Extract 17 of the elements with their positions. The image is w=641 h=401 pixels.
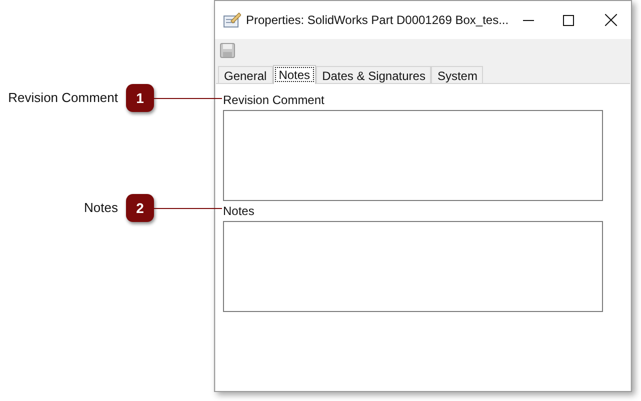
- text-area[interactable]: [223, 110, 603, 201]
- window-title: Properties: SolidWorks Part D0001269 Box_tes...: [246, 12, 509, 29]
- callout-label: Notes: [83, 199, 118, 218]
- tab[interactable]: Dates & Signatures: [316, 66, 432, 83]
- close-icon: [604, 14, 617, 26]
- tab[interactable]: System: [431, 66, 484, 83]
- callout-label: Revision Comment: [7, 89, 118, 108]
- text-area[interactable]: [223, 221, 603, 312]
- tab[interactable]: Notes: [272, 65, 316, 84]
- field-label: Revision Comment: [223, 93, 326, 107]
- callout-number: 1: [126, 84, 154, 112]
- save-icon[interactable]: [220, 42, 235, 58]
- callout-number: 2: [126, 194, 154, 222]
- maximize-icon: [563, 14, 574, 26]
- document-edit-icon: [223, 12, 241, 28]
- field-label: Notes: [223, 204, 256, 218]
- tab[interactable]: General: [218, 66, 273, 83]
